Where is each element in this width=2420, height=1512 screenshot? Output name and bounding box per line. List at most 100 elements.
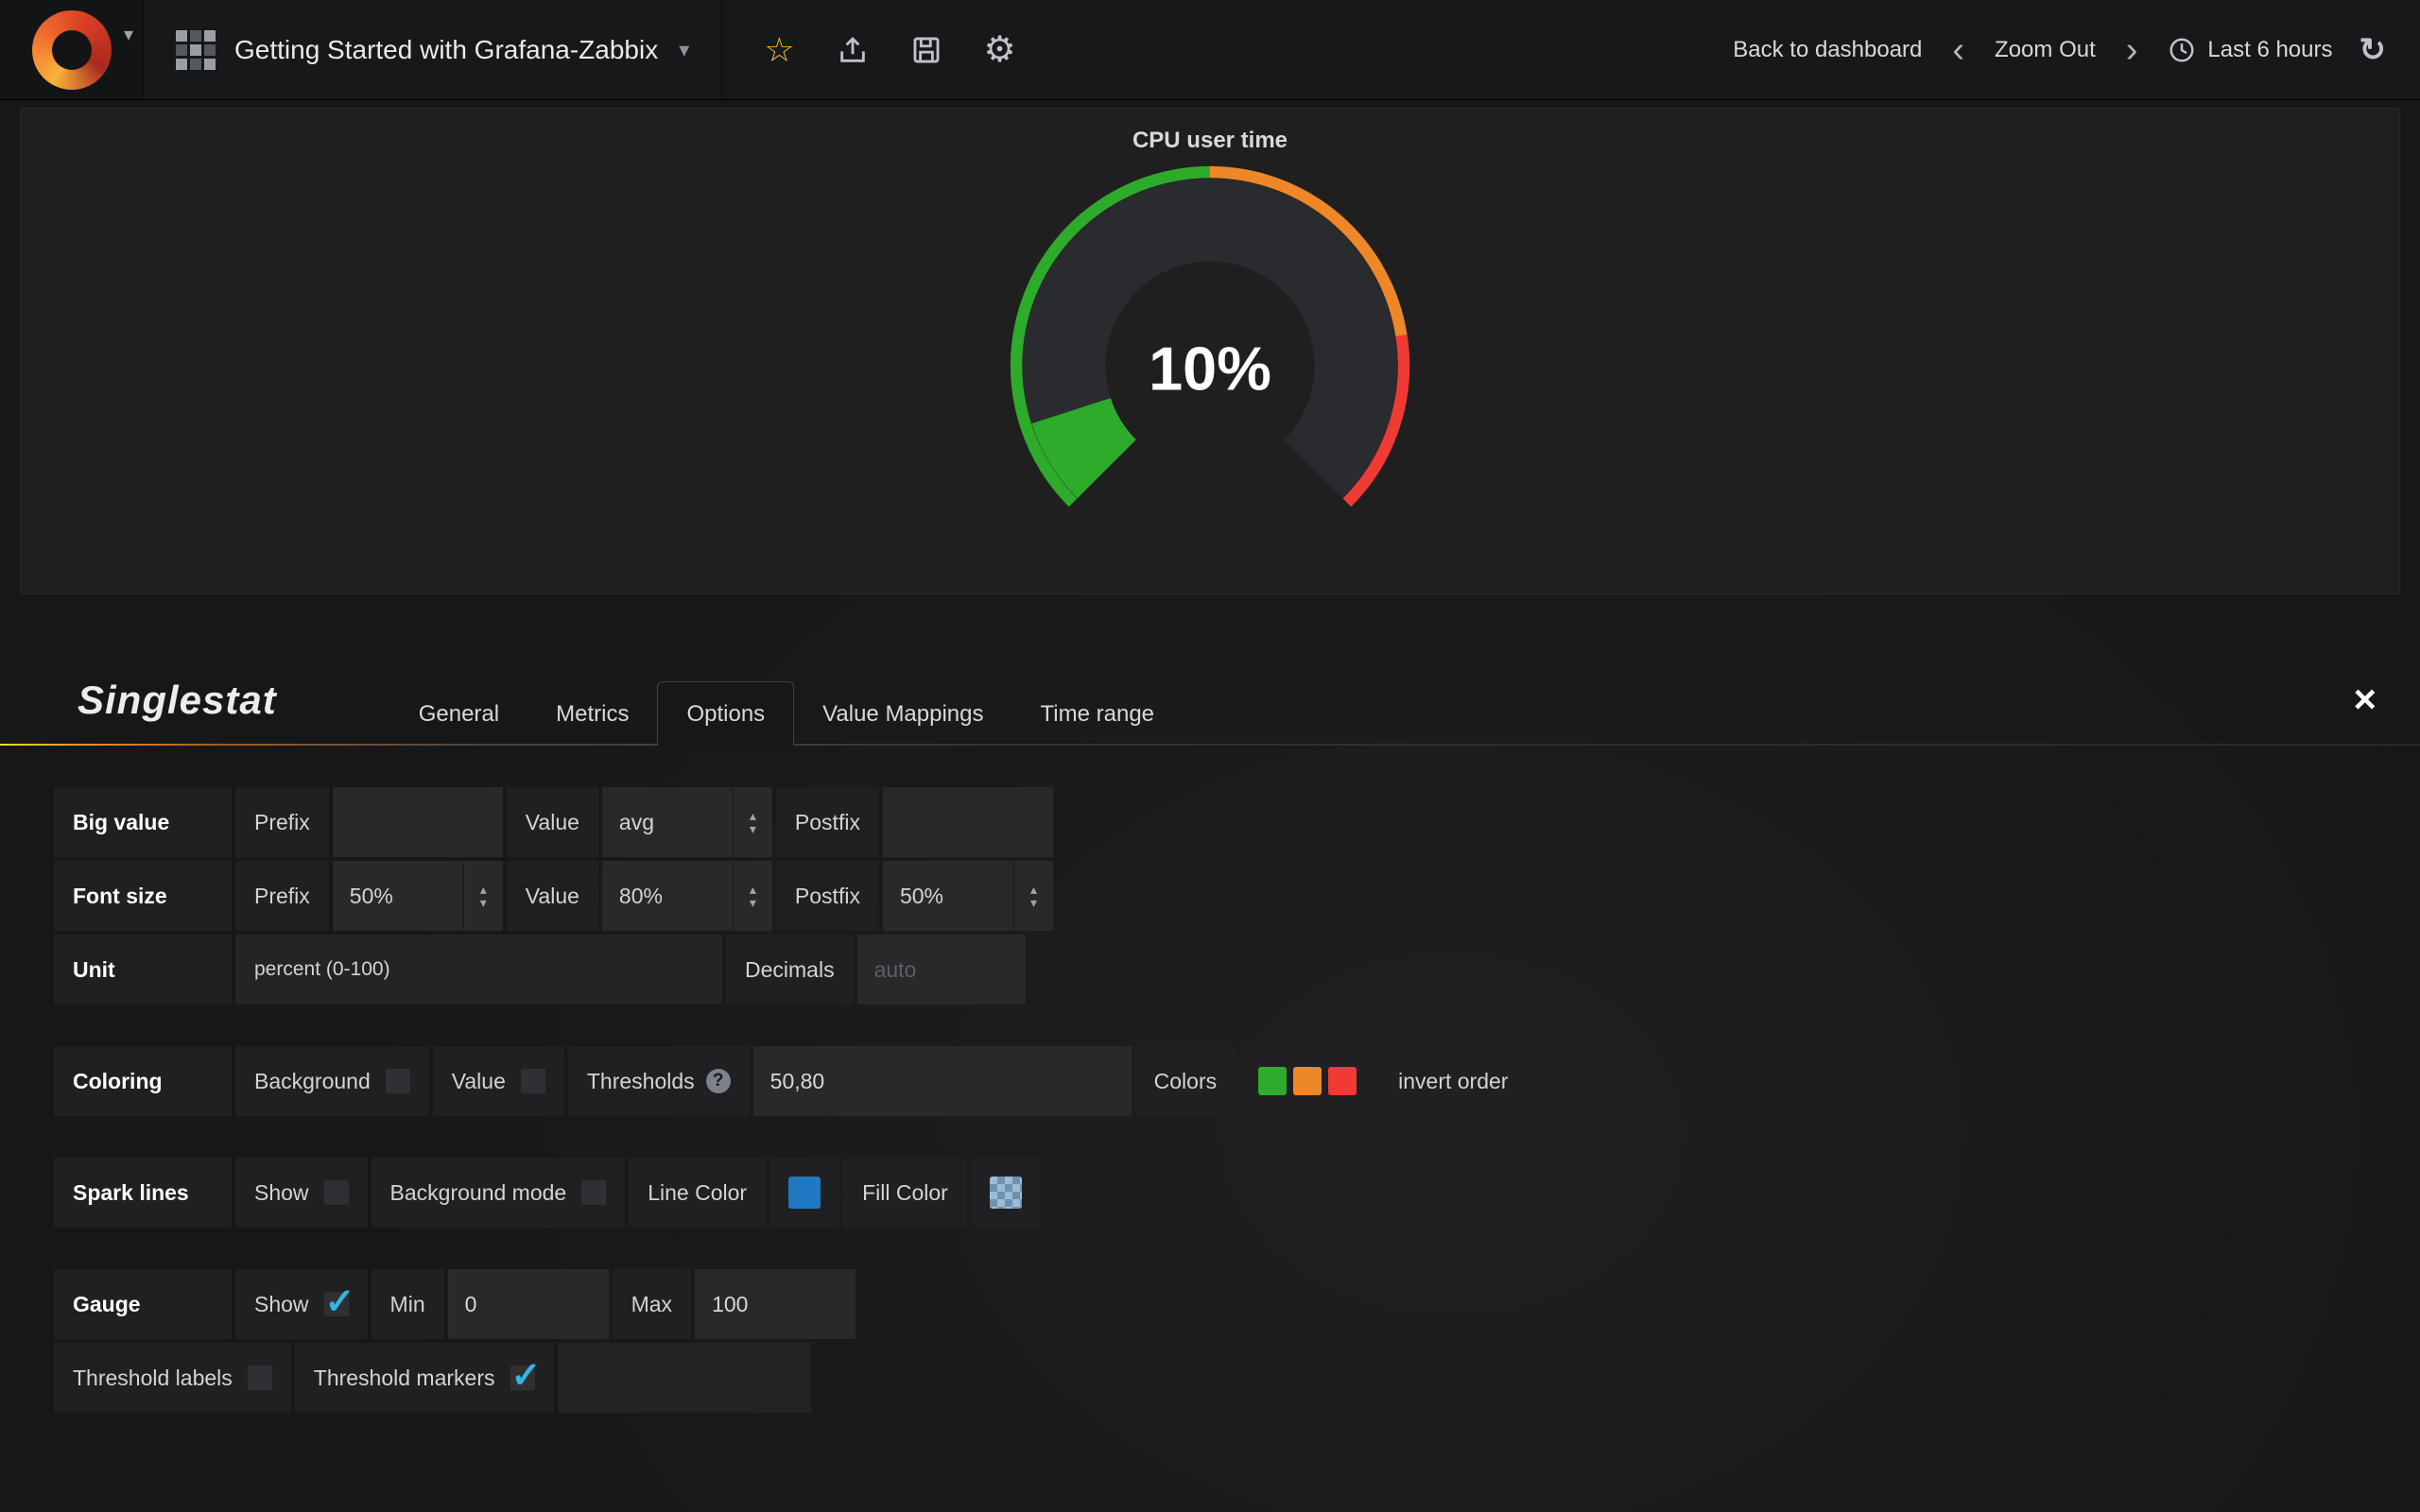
thresholds-input[interactable] (753, 1046, 1132, 1116)
shift-time-right-button[interactable]: › (2122, 32, 2142, 68)
sparkline-show-checkbox[interactable] (324, 1180, 349, 1205)
coloring-background-toggle[interactable]: Background (235, 1046, 429, 1116)
zoom-out-button[interactable]: Zoom Out (1995, 37, 2096, 63)
dashboard-title-button[interactable]: Getting Started with Grafana-Zabbix ▾ (144, 0, 722, 99)
threshold-markers-checkbox[interactable] (510, 1366, 535, 1390)
star-button[interactable]: ☆ (764, 30, 794, 70)
value-checkbox[interactable] (521, 1069, 545, 1093)
refresh-button[interactable]: ↻ (2360, 31, 2387, 69)
share-button[interactable] (837, 34, 869, 66)
font-prefix-select[interactable]: 50% ▴▾ (333, 861, 503, 931)
postfix-input-cell (883, 787, 1053, 857)
font-size-row-label: Font size (54, 861, 232, 931)
stepper-icon: ▴▾ (1013, 861, 1053, 931)
panel-editor-header: Singlestat General Metrics Options Value… (0, 655, 2420, 746)
clock-icon (2168, 36, 2196, 64)
star-icon: ☆ (764, 30, 794, 70)
value-stat-select[interactable]: avg ▴▾ (602, 787, 772, 857)
min-label: Min (372, 1269, 444, 1339)
threshold-labels-toggle[interactable]: Threshold labels (54, 1343, 291, 1413)
save-button[interactable] (910, 34, 942, 66)
top-navbar: ▾ Getting Started with Grafana-Zabbix ▾ … (0, 0, 2420, 100)
font-postfix-label: Postfix (776, 861, 879, 931)
coloring-row-label: Coloring (54, 1046, 232, 1116)
refresh-icon: ↻ (2360, 32, 2387, 68)
grafana-logo-button[interactable]: ▾ (0, 0, 144, 99)
big-value-row: Big value Prefix Value avg ▴▾ Postfix (54, 787, 2420, 857)
stepper-icon: ▴▾ (733, 787, 772, 857)
max-label: Max (613, 1269, 691, 1339)
font-postfix-select[interactable]: 50% ▴▾ (883, 861, 1053, 931)
dashboard-title: Getting Started with Grafana-Zabbix (234, 35, 658, 65)
shift-time-left-button[interactable]: ‹ (1948, 32, 1968, 68)
logo-caret-icon: ▾ (124, 23, 133, 46)
gauge-row: Gauge Show Min Max (54, 1269, 2420, 1339)
unit-row-label: Unit (54, 935, 232, 1005)
tab-general[interactable]: General (390, 683, 527, 746)
prefix-label: Prefix (235, 787, 329, 857)
panel-title[interactable]: CPU user time (1132, 128, 1288, 154)
value-label: Value (507, 787, 598, 857)
coloring-row: Coloring Background Value Thresholds ? C… (54, 1046, 2420, 1116)
gauge: 10% (984, 154, 1436, 577)
threshold-labels-checkbox[interactable] (248, 1366, 272, 1390)
editor-tabs: General Metrics Options Value Mappings T… (390, 655, 1183, 746)
font-prefix-label: Prefix (235, 861, 329, 931)
threshold-markers-toggle[interactable]: Threshold markers (295, 1343, 554, 1413)
close-editor-button[interactable]: × (2353, 679, 2377, 719)
gauge-threshold-row: Threshold labels Threshold markers (54, 1343, 2420, 1413)
navbar-actions: ☆ ⚙ (722, 0, 1034, 99)
tab-options[interactable]: Options (657, 681, 794, 746)
prefix-input[interactable] (333, 787, 503, 857)
color-swatch-red[interactable] (1328, 1067, 1357, 1095)
time-picker-button[interactable]: Last 6 hours (2168, 36, 2332, 64)
unit-dropdown[interactable]: percent (0-100) (235, 935, 722, 1005)
gauge-show-checkbox[interactable] (324, 1292, 349, 1316)
postfix-input[interactable] (883, 787, 1053, 857)
fill-color-swatch[interactable] (990, 1177, 1022, 1209)
grafana-logo (32, 10, 112, 90)
decimals-label: Decimals (726, 935, 854, 1005)
background-checkbox[interactable] (386, 1069, 410, 1093)
singlestat-panel: CPU user time 10% (20, 108, 2400, 594)
svg-text:10%: 10% (1149, 335, 1271, 404)
tab-time-range[interactable]: Time range (1012, 683, 1184, 746)
prefix-input-cell (333, 787, 503, 857)
color-swatch-orange[interactable] (1293, 1067, 1322, 1095)
chevron-left-icon: ‹ (1952, 30, 1964, 70)
spark-lines-row: Spark lines Show Background mode Line Co… (54, 1158, 2420, 1228)
help-icon[interactable]: ? (706, 1069, 731, 1093)
background-mode-toggle[interactable]: Background mode (372, 1158, 626, 1228)
max-input[interactable] (695, 1269, 856, 1339)
spark-lines-row-label: Spark lines (54, 1158, 232, 1228)
settings-button[interactable]: ⚙ (984, 28, 1016, 71)
dashboard-grid-icon (176, 30, 216, 70)
background-mode-checkbox[interactable] (581, 1180, 606, 1205)
decimals-input[interactable] (857, 935, 1026, 1005)
navbar-right: Back to dashboard ‹ Zoom Out › Last 6 ho… (1733, 31, 2420, 69)
tab-value-mappings[interactable]: Value Mappings (794, 683, 1011, 746)
min-input[interactable] (448, 1269, 609, 1339)
color-swatch-green[interactable] (1258, 1067, 1287, 1095)
close-icon: × (2353, 677, 2377, 721)
options-tab-content: Big value Prefix Value avg ▴▾ Postfix Fo… (0, 746, 2420, 1413)
decimals-input-cell (857, 935, 1026, 1005)
sparkline-show-toggle[interactable]: Show (235, 1158, 368, 1228)
max-input-cell (695, 1269, 856, 1339)
line-color-swatch-cell (769, 1158, 839, 1228)
coloring-value-toggle[interactable]: Value (433, 1046, 564, 1116)
invert-order-button[interactable]: invert order (1379, 1046, 1527, 1116)
font-value-select[interactable]: 80% ▴▾ (602, 861, 772, 931)
gear-icon: ⚙ (984, 28, 1016, 71)
unit-row: Unit percent (0-100) Decimals (54, 935, 2420, 1005)
font-value-label: Value (507, 861, 598, 931)
tab-metrics[interactable]: Metrics (527, 683, 657, 746)
title-caret-icon: ▾ (679, 38, 689, 62)
fill-color-label: Fill Color (843, 1158, 967, 1228)
gauge-row-label: Gauge (54, 1269, 232, 1339)
share-icon (837, 34, 869, 66)
back-to-dashboard-button[interactable]: Back to dashboard (1733, 37, 1922, 63)
line-color-swatch[interactable] (788, 1177, 821, 1209)
gauge-show-toggle[interactable]: Show (235, 1269, 368, 1339)
chevron-right-icon: › (2126, 30, 2138, 70)
